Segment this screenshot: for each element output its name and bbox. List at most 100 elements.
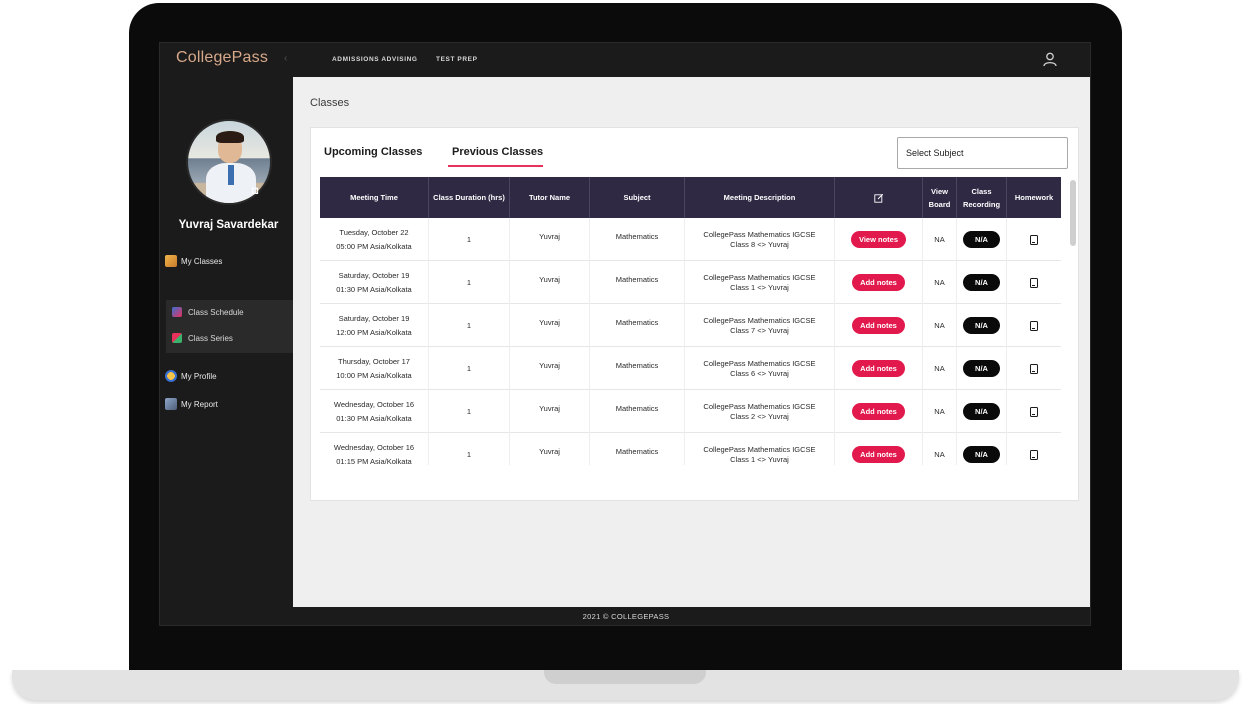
duration: 1	[466, 450, 472, 459]
tab-upcoming-classes[interactable]: Upcoming Classes	[324, 146, 422, 158]
duration: 1	[466, 321, 472, 330]
recording-button[interactable]: N/A	[963, 231, 1000, 248]
notes-button[interactable]: Add notes	[852, 317, 905, 334]
nav-admissions-advising[interactable]: ADMISSIONS ADVISING	[332, 56, 418, 63]
recording-cell: N/A	[957, 218, 1007, 261]
classes-card: Upcoming Classes Previous Classes Select…	[310, 127, 1079, 501]
app-screen: CollegePass ‹ ADMISSIONS ADVISING TEST P…	[159, 42, 1091, 626]
subject-cell: Mathematics	[590, 390, 685, 433]
meeting-day: Thursday, October 17	[338, 356, 410, 366]
schedule-icon	[172, 307, 182, 317]
duration-cell: 1	[429, 261, 510, 304]
column-header: Subject	[590, 177, 685, 218]
description-line: CollegePass Mathematics IGCSE	[703, 444, 816, 454]
camera-icon[interactable]: ◘	[248, 185, 262, 197]
sidebar-item-label: Class Schedule	[188, 307, 244, 317]
meeting-time-cell: Wednesday, October 16 01:15 PM Asia/Kolka…	[320, 433, 429, 465]
duration: 1	[466, 364, 472, 373]
subject-cell: Mathematics	[590, 347, 685, 390]
notes-button[interactable]: Add notes	[852, 274, 905, 291]
description-line: Class 8 <> Yuvraj	[730, 239, 789, 249]
view-board: NA	[934, 320, 945, 330]
homework-cell	[1007, 218, 1061, 261]
meeting-time-cell: Saturday, October 19 01:30 PM Asia/Kolkat…	[320, 261, 429, 304]
description-line: Class 2 <> Yuvraj	[730, 411, 789, 421]
tablet-icon[interactable]	[1030, 277, 1038, 288]
sidebar-item-label: Class Series	[188, 333, 233, 343]
notes-cell: Add notes	[835, 261, 923, 304]
homework-cell	[1007, 433, 1061, 465]
table-row: Wednesday, October 16 01:15 PM Asia/Kolka…	[320, 433, 1061, 465]
notes-button[interactable]: Add notes	[852, 403, 905, 420]
tutor-cell: Yuvraj	[510, 433, 590, 465]
recording-button[interactable]: N/A	[963, 360, 1000, 377]
column-header: Meeting Time	[320, 177, 429, 218]
tutor-cell: Yuvraj	[510, 347, 590, 390]
classes-table: Meeting Time Class Duration (hrs) Tutor …	[320, 177, 1061, 465]
homework-cell	[1007, 261, 1061, 304]
meeting-day: Tuesday, October 22	[339, 227, 409, 237]
description-line: CollegePass Mathematics IGCSE	[703, 272, 816, 282]
duration-cell: 1	[429, 390, 510, 433]
subject: Mathematics	[615, 318, 659, 327]
subject: Mathematics	[615, 447, 659, 456]
meeting-day: Wednesday, October 16	[333, 442, 415, 452]
recording-cell: N/A	[957, 433, 1007, 465]
column-header: Tutor Name	[510, 177, 590, 218]
view-board: NA	[934, 277, 945, 287]
description-cell: CollegePass Mathematics IGCSE Class 6 <> …	[685, 347, 835, 390]
view-board: NA	[934, 363, 945, 373]
tablet-icon[interactable]	[1030, 320, 1038, 331]
tutor-name: Yuvraj	[539, 361, 560, 370]
homework-cell	[1007, 347, 1061, 390]
notes-button[interactable]: Add notes	[852, 446, 905, 463]
column-header: Homework	[1014, 193, 1054, 202]
sidebar-item-class-schedule[interactable]: Class Schedule	[172, 301, 244, 323]
view-board-cell: NA	[923, 304, 957, 347]
homework-cell	[1007, 390, 1061, 433]
classes-icon	[165, 255, 177, 267]
sidebar-collapse-icon[interactable]: ‹	[284, 53, 287, 64]
recording-cell: N/A	[957, 304, 1007, 347]
recording-button[interactable]: N/A	[963, 446, 1000, 463]
recording-cell: N/A	[957, 261, 1007, 304]
profile-icon	[165, 370, 177, 382]
sidebar: ◘ Yuvraj Savardekar My Classes Class Sch…	[160, 77, 294, 607]
recording-button[interactable]: N/A	[963, 274, 1000, 291]
top-navbar: CollegePass ‹ ADMISSIONS ADVISING TEST P…	[160, 43, 1090, 77]
description-cell: CollegePass Mathematics IGCSE Class 2 <> …	[685, 390, 835, 433]
tablet-icon[interactable]	[1030, 234, 1038, 245]
edit-icon	[873, 193, 883, 203]
tutor-name: Yuvraj	[539, 447, 560, 456]
sidebar-item-class-series[interactable]: Class Series	[172, 327, 233, 349]
description-line: CollegePass Mathematics IGCSE	[703, 401, 816, 411]
view-board-cell: NA	[923, 433, 957, 465]
table-row: Saturday, October 19 01:30 PM Asia/Kolkat…	[320, 261, 1061, 304]
tab-previous-classes[interactable]: Previous Classes	[452, 146, 543, 158]
view-board-cell: NA	[923, 347, 957, 390]
sidebar-item-my-report[interactable]: My Report	[165, 393, 218, 415]
meeting-time-cell: Wednesday, October 16 01:30 PM Asia/Kolka…	[320, 390, 429, 433]
notes-button[interactable]: View notes	[850, 231, 907, 248]
recording-button[interactable]: N/A	[963, 403, 1000, 420]
recording-cell: N/A	[957, 347, 1007, 390]
sidebar-item-my-classes[interactable]: My Classes	[165, 250, 222, 272]
description-cell: CollegePass Mathematics IGCSE Class 7 <> …	[685, 304, 835, 347]
meeting-time: 01:15 PM Asia/Kolkata	[336, 456, 412, 466]
tablet-icon[interactable]	[1030, 449, 1038, 460]
nav-test-prep[interactable]: TEST PREP	[436, 56, 478, 63]
description-cell: CollegePass Mathematics IGCSE Class 1 <> …	[685, 433, 835, 465]
description-line: Class 1 <> Yuvraj	[730, 454, 789, 464]
sidebar-item-my-profile[interactable]: My Profile	[165, 365, 217, 387]
recording-button[interactable]: N/A	[963, 317, 1000, 334]
notes-cell: Add notes	[835, 433, 923, 465]
tablet-icon[interactable]	[1030, 363, 1038, 374]
notes-button[interactable]: Add notes	[852, 360, 905, 377]
user-account-icon[interactable]	[1042, 51, 1058, 67]
table-scrollbar[interactable]	[1070, 180, 1076, 246]
view-board: NA	[934, 406, 945, 416]
notes-cell: Add notes	[835, 304, 923, 347]
brand-logo[interactable]: CollegePass	[176, 49, 268, 67]
subject-select[interactable]: Select Subject	[897, 137, 1068, 169]
tablet-icon[interactable]	[1030, 406, 1038, 417]
